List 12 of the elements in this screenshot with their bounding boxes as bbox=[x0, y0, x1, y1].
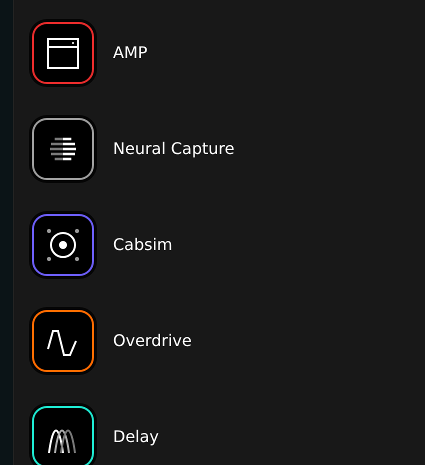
effect-label[interactable]: AMP bbox=[113, 41, 148, 65]
effect-tile[interactable] bbox=[29, 115, 97, 183]
amp-cabinet-icon bbox=[45, 35, 81, 71]
speaker-icon bbox=[45, 227, 81, 263]
effect-label[interactable]: Delay bbox=[113, 425, 159, 449]
effect-tile[interactable] bbox=[29, 307, 97, 375]
effect-tile[interactable] bbox=[29, 211, 97, 279]
effect-label[interactable]: Overdrive bbox=[113, 329, 192, 353]
effect-tile[interactable] bbox=[29, 403, 97, 465]
effect-label[interactable]: Neural Capture bbox=[113, 137, 234, 161]
effect-tile[interactable] bbox=[29, 19, 97, 87]
effect-label[interactable]: Cabsim bbox=[113, 233, 172, 257]
